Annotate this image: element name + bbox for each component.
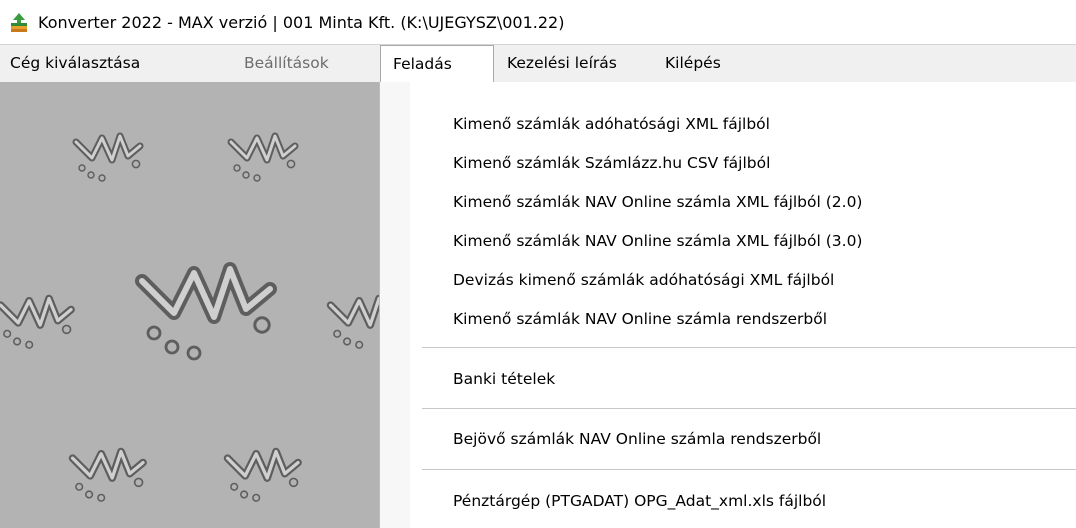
menu-bar: Cég kiválasztása Beállítások Feladás Kez… [0, 44, 1076, 84]
menu-kezelesi-leiras[interactable]: Kezelési leírás [507, 45, 617, 83]
menu-gutter [380, 82, 410, 528]
menu-item-kimeno-nav-online-xml-3[interactable]: Kimenő számlák NAV Online számla XML fáj… [453, 222, 862, 260]
menu-ceg-kivalasztasa[interactable]: Cég kiválasztása [10, 45, 140, 83]
background-pattern-area [0, 82, 379, 528]
menu-separator [422, 347, 1076, 348]
menu-item-banki-tetelek[interactable]: Banki tételek [453, 360, 555, 398]
menu-item-bejovo-nav-online-rendszer[interactable]: Bejövő számlák NAV Online számla rendsze… [453, 420, 821, 458]
menu-item-kimeno-nav-online-xml-2[interactable]: Kimenő számlák NAV Online számla XML fáj… [453, 183, 862, 221]
app-converter-icon [11, 13, 27, 32]
menu-kilepes[interactable]: Kilépés [665, 45, 721, 83]
menu-beallitasok[interactable]: Beállítások [244, 45, 329, 83]
menu-separator [422, 408, 1076, 409]
logo-pattern [0, 82, 379, 528]
menu-item-devizas-kimeno-xml[interactable]: Devizás kimenő számlák adóhatósági XML f… [453, 261, 834, 299]
menu-item-penztargep-opg[interactable]: Pénztárgép (PTGADAT) OPG_Adat_xml.xls fá… [453, 482, 826, 520]
menu-feladas[interactable]: Feladás [380, 45, 494, 84]
window-title: Konverter 2022 - MAX verzió | 001 Minta … [38, 12, 565, 32]
menu-item-kimeno-adohatosagi-xml[interactable]: Kimenő számlák adóhatósági XML fájlból [453, 105, 770, 143]
menu-item-kimeno-nav-online-rendszer[interactable]: Kimenő számlák NAV Online számla rendsze… [453, 300, 827, 338]
title-bar: Konverter 2022 - MAX verzió | 001 Minta … [0, 0, 1076, 44]
feladas-dropdown-menu: Kimenő számlák adóhatósági XML fájlból K… [379, 82, 1076, 528]
menu-separator [422, 469, 1076, 470]
menu-item-kimeno-szamlazzhu-csv[interactable]: Kimenő számlák Számlázz.hu CSV fájlból [453, 144, 770, 182]
